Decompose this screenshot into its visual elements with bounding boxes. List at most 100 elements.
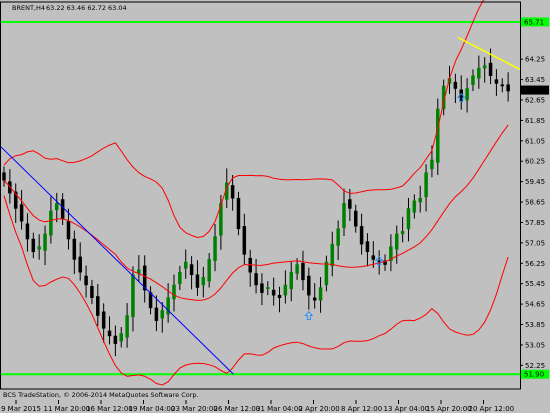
- candle-body: [412, 200, 417, 213]
- x-tick-label: 16 Mar 12:00: [86, 405, 133, 413]
- x-tick-label: 15 Apr 20:00: [426, 405, 472, 413]
- candle-body: [477, 67, 481, 79]
- y-tick-label: 55.45: [525, 280, 545, 288]
- candle-body: [307, 275, 311, 296]
- candle-body: [242, 226, 247, 255]
- candle-body: [289, 271, 293, 290]
- candle-body: [19, 204, 24, 222]
- candle-body: [260, 283, 264, 293]
- candle-body: [43, 233, 47, 251]
- x-tick-label: 20 Apr 12:00: [469, 405, 515, 413]
- candle-body: [353, 210, 358, 227]
- candle-body: [301, 263, 305, 281]
- candle-body: [488, 62, 493, 77]
- candle-body: [207, 259, 211, 282]
- bottom-level-label: 51.90: [524, 371, 544, 379]
- candle-body: [494, 79, 499, 84]
- candle-body: [107, 330, 112, 337]
- candle-body: [254, 273, 258, 286]
- candle-body: [189, 264, 194, 276]
- y-tick-label: 58.65: [525, 199, 545, 207]
- y-tick-label: 53.05: [525, 341, 545, 349]
- candle-body: [312, 297, 317, 301]
- candle-body: [84, 275, 88, 286]
- symbol-label: BRENT,H4: [12, 4, 45, 12]
- x-tick-label: 11 Mar 20:00: [44, 405, 91, 413]
- candle-body: [113, 335, 118, 344]
- candle-body: [430, 159, 434, 170]
- candle-body: [465, 88, 469, 101]
- x-tick-label: 2 Apr 20:00: [299, 405, 340, 413]
- candle-body: [330, 243, 335, 267]
- candle-body: [365, 241, 370, 253]
- y-tick-label: 62.65: [525, 97, 545, 105]
- candle-body: [90, 285, 94, 298]
- candle-body: [201, 277, 206, 286]
- candle-body: [125, 315, 129, 338]
- candle-body: [183, 261, 188, 269]
- candle-body: [295, 264, 299, 274]
- candle-body: [2, 172, 6, 181]
- candle-body: [348, 199, 352, 209]
- candle-body: [148, 292, 153, 309]
- candle-body: [178, 271, 182, 284]
- current-price-label: 63.04: [524, 87, 545, 95]
- candle-body: [236, 197, 241, 230]
- candle-body: [418, 197, 422, 203]
- candle-body: [336, 228, 340, 246]
- x-tick-label: 9 Mar 2015: [1, 405, 41, 413]
- candle-body: [25, 223, 30, 240]
- candle-body: [318, 287, 323, 301]
- candle-body: [406, 208, 411, 230]
- x-tick-label: 26 Mar 12:00: [214, 405, 261, 413]
- chart-background: [0, 0, 550, 413]
- candle-body: [119, 333, 123, 342]
- candle-body: [172, 284, 176, 300]
- y-tick-label: 54.65: [525, 301, 545, 309]
- level-price-label: 65.71: [524, 18, 544, 26]
- y-tick-label: 64.25: [525, 56, 545, 64]
- candle-body: [371, 255, 376, 260]
- y-tick-label: 60.25: [525, 158, 545, 166]
- candle-body: [195, 274, 200, 288]
- candle-body: [160, 310, 165, 319]
- candle-body: [277, 294, 282, 298]
- y-tick-label: 57.05: [525, 239, 545, 247]
- candle-body: [506, 84, 510, 92]
- y-tick-label: 52.25: [525, 362, 545, 370]
- candle-body: [271, 289, 276, 296]
- x-tick-label: 13 Apr 04:00: [384, 405, 430, 413]
- candle-body: [213, 236, 217, 261]
- candle-body: [55, 203, 59, 210]
- candle-body: [72, 238, 77, 260]
- candle-body: [471, 75, 475, 85]
- candle-body: [266, 287, 270, 290]
- x-tick-label: 23 Mar 20:00: [171, 405, 218, 413]
- candle-body: [436, 108, 440, 163]
- candle-body: [342, 203, 346, 228]
- chart[interactable]: 64.25 63.45 62.65 61.85 61.05 60.25 59.45 58.65…: [0, 0, 550, 413]
- candle-body: [395, 233, 399, 250]
- candle-body: [500, 84, 505, 87]
- candle-body: [400, 231, 405, 235]
- y-tick-label: 63.45: [525, 76, 545, 84]
- y-tick-label: 61.85: [525, 117, 545, 125]
- copyright-text: BCS TradeStation, © 2006-2014 MetaQuotes…: [3, 391, 199, 399]
- x-tick-label: 31 Mar 04:00: [256, 405, 303, 413]
- y-tick-label: 53.85: [525, 321, 545, 329]
- candle-body: [324, 261, 329, 286]
- candle-body: [283, 284, 288, 296]
- y-tick-label: 61.05: [525, 137, 545, 145]
- x-tick-label: 19 Mar 04:00: [129, 405, 176, 413]
- candle-body: [66, 220, 71, 240]
- candle-body: [154, 307, 159, 321]
- x-tick-label: 8 Apr 12:00: [341, 405, 382, 413]
- price-chart[interactable]: 64.25 63.45 62.65 61.85 61.05 60.25 59.45 58.65…: [0, 0, 550, 413]
- candle-body: [49, 210, 53, 236]
- ohlc-values: 63.22 63.46 62.72 63.04: [46, 4, 127, 12]
- candle-body: [359, 226, 364, 245]
- y-tick-label: 57.85: [525, 219, 545, 227]
- candle-body: [78, 256, 82, 273]
- candle-body: [96, 296, 100, 316]
- candle-body: [101, 311, 106, 329]
